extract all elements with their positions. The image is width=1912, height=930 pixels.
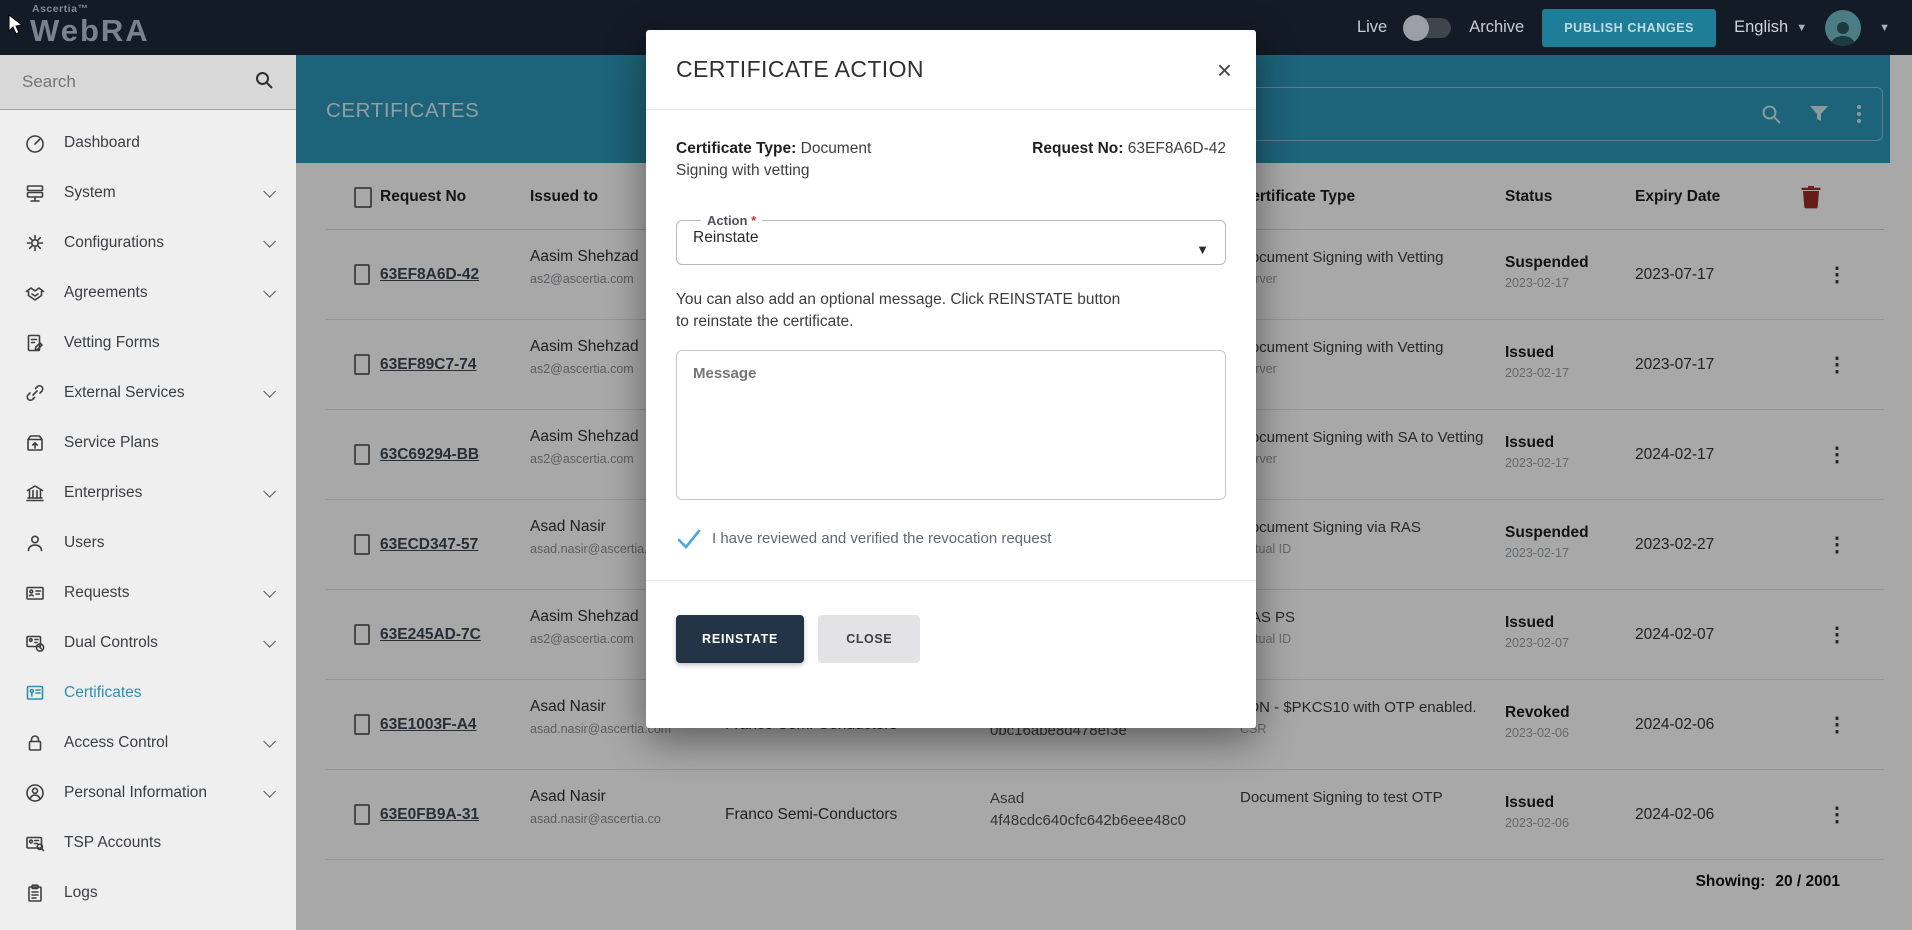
sidebar-item-agreements[interactable]: Agreements (0, 268, 296, 318)
sidebar-search (0, 55, 296, 110)
sidebar-item-label: Service Plans (64, 434, 272, 452)
service-plans-icon (24, 432, 48, 454)
sidebar-item-configurations[interactable]: Configurations (0, 218, 296, 268)
action-selected-value: Reinstate (693, 229, 1209, 247)
brand-name: WebRA (30, 13, 150, 48)
live-archive-toggle[interactable] (1405, 18, 1451, 38)
caret-down-icon: ▼ (1796, 22, 1807, 34)
certificates-icon (24, 682, 48, 704)
sidebar-item-label: Agreements (64, 284, 263, 302)
sidebar-item-enterprises[interactable]: Enterprises (0, 468, 296, 518)
agreements-icon (24, 282, 48, 304)
publish-changes-button[interactable]: PUBLISH CHANGES (1542, 9, 1716, 47)
requests-icon (24, 582, 48, 604)
sidebar-item-label: Dual Controls (64, 634, 263, 652)
sidebar-item-certificates[interactable]: Certificates (0, 668, 296, 718)
required-asterisk: * (751, 213, 756, 228)
sidebar-item-access-control[interactable]: Access Control (0, 718, 296, 768)
external-services-icon (24, 382, 48, 404)
certificate-type-info: Certificate Type: Document Signing with … (676, 138, 926, 183)
sidebar-item-label: Enterprises (64, 484, 263, 502)
dashboard-icon (24, 132, 48, 154)
sidebar-item-label: External Services (64, 384, 263, 402)
certificate-action-modal: CERTIFICATE ACTION × Certificate Type: D… (646, 30, 1256, 728)
sidebar-item-label: Requests (64, 584, 263, 602)
modal-hint-text: You can also add an optional message. Cl… (676, 289, 1131, 334)
sidebar-item-external-services[interactable]: External Services (0, 368, 296, 418)
sidebar-item-dual-controls[interactable]: Dual Controls (0, 618, 296, 668)
profile-caret-down-icon[interactable]: ▼ (1879, 22, 1890, 34)
archive-label: Archive (1469, 18, 1524, 37)
request-no-info: Request No: 63EF8A6D-42 (1032, 138, 1226, 183)
reinstate-button[interactable]: REINSTATE (676, 615, 804, 663)
sidebar-item-service-plans[interactable]: Service Plans (0, 418, 296, 468)
configurations-icon (24, 232, 48, 254)
sidebar-item-vetting-forms[interactable]: Vetting Forms (0, 318, 296, 368)
sidebar-nav: Dashboard System Configurations Agreements V… (0, 110, 296, 918)
confirm-checkbox-label: I have reviewed and verified the revocat… (712, 530, 1051, 547)
live-label: Live (1357, 18, 1387, 37)
chevron-down-icon (263, 285, 276, 298)
language-selector[interactable]: English ▼ (1734, 18, 1807, 37)
dual-controls-icon (24, 632, 48, 654)
tsp-accounts-icon (24, 832, 48, 854)
chevron-down-icon (263, 385, 276, 398)
personal-information-icon (24, 782, 48, 804)
chevron-down-icon (263, 635, 276, 648)
sidebar-item-tsp-accounts[interactable]: TSP Accounts (0, 818, 296, 868)
mouse-cursor (8, 14, 24, 41)
sidebar-item-label: Users (64, 534, 272, 552)
brand-logo: Ascertia™ WebRA (30, 4, 150, 46)
sidebar-item-label: Dashboard (64, 134, 272, 152)
sidebar: Dashboard System Configurations Agreements V… (0, 55, 296, 930)
language-label: English (1734, 18, 1788, 37)
avatar[interactable] (1825, 10, 1861, 46)
toggle-knob (1403, 15, 1429, 41)
chevron-down-icon (263, 185, 276, 198)
chevron-down-icon (263, 585, 276, 598)
sidebar-item-personal-information[interactable]: Personal Information (0, 768, 296, 818)
close-button[interactable]: CLOSE (818, 615, 920, 663)
modal-title: CERTIFICATE ACTION (676, 56, 1217, 83)
sidebar-item-users[interactable]: Users (0, 518, 296, 568)
sidebar-item-label: Access Control (64, 734, 263, 752)
message-textarea[interactable] (676, 350, 1226, 500)
access-control-icon (24, 732, 48, 754)
sidebar-item-label: Configurations (64, 234, 263, 252)
action-select[interactable]: Action * Reinstate ▼ (676, 213, 1226, 265)
chevron-down-icon (263, 735, 276, 748)
users-icon (24, 532, 48, 554)
modal-divider (646, 580, 1256, 581)
search-icon[interactable] (254, 70, 274, 95)
chevron-down-icon (263, 235, 276, 248)
sidebar-item-system[interactable]: System (0, 168, 296, 218)
sidebar-item-label: Vetting Forms (64, 334, 272, 352)
search-input[interactable] (22, 72, 254, 92)
logs-icon (24, 882, 48, 904)
sidebar-item-label: System (64, 184, 263, 202)
enterprises-icon (24, 482, 48, 504)
chevron-down-icon (263, 485, 276, 498)
action-label: Action * (701, 213, 762, 228)
sidebar-item-label: TSP Accounts (64, 834, 272, 852)
chevron-down-icon (263, 785, 276, 798)
close-icon[interactable]: × (1217, 57, 1232, 83)
sidebar-item-logs[interactable]: Logs (0, 868, 296, 918)
chevron-down-icon: ▼ (1196, 242, 1209, 257)
sidebar-item-label: Certificates (64, 684, 272, 702)
sidebar-item-dashboard[interactable]: Dashboard (0, 118, 296, 168)
sidebar-item-label: Logs (64, 884, 272, 902)
sidebar-item-label: Personal Information (64, 784, 263, 802)
system-icon (24, 182, 48, 204)
sidebar-item-requests[interactable]: Requests (0, 568, 296, 618)
vetting-forms-icon (24, 332, 48, 354)
confirm-checkbox[interactable] (676, 528, 702, 550)
